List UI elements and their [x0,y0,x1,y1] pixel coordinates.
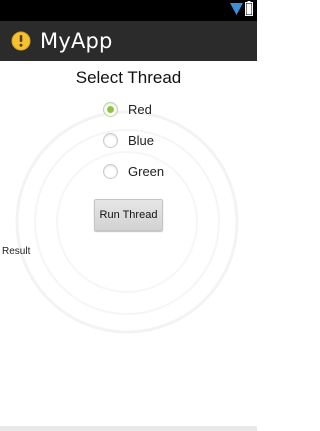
status-icons [230,0,253,21]
radio-label: Blue [128,133,155,148]
main-content: Select Thread Red Blue Green Run Thread … [0,61,257,426]
bottom-divider [0,426,257,431]
radio-option-green[interactable]: Green [103,156,164,187]
action-bar: MyApp [0,21,257,61]
radio-button-green[interactable] [103,164,118,179]
app-title: MyApp [40,29,113,53]
radio-option-blue[interactable]: Blue [103,125,164,156]
app-icon[interactable] [11,31,31,51]
page-title: Select Thread [75,68,182,87]
radio-label: Green [128,164,165,179]
radio-option-red[interactable]: Red [103,94,164,125]
radio-button-blue[interactable] [103,133,118,148]
signal-icon [230,2,243,20]
status-bar [0,0,257,21]
battery-icon [245,0,253,21]
radio-button-red[interactable] [103,102,118,117]
result-text: Result [2,246,31,257]
thread-radio-group: Red Blue Green [103,94,164,187]
run-thread-button[interactable]: Run Thread [94,199,163,231]
radio-label: Red [128,102,152,117]
